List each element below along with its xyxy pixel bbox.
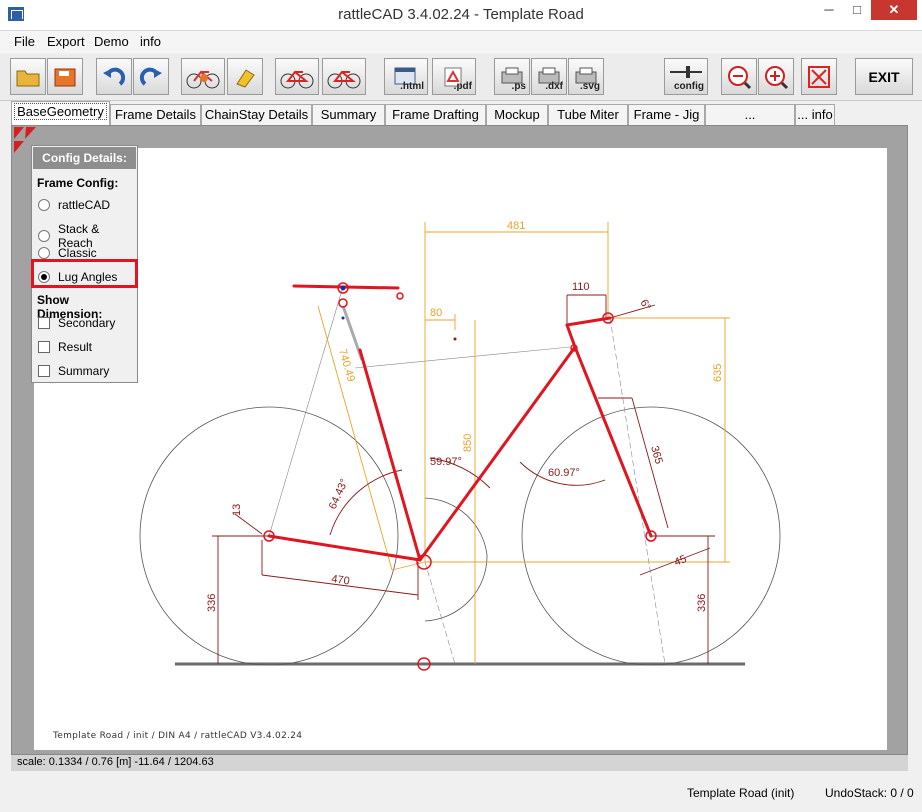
saddle-point: [340, 285, 346, 291]
sheet-footer: Template Road / init / DIN A4 / rattleCA…: [53, 731, 303, 741]
dim-seat-angle: 64.43°: [327, 477, 351, 511]
check-summary[interactable]: Summary: [38, 364, 109, 378]
radio-icon[interactable]: [38, 247, 50, 259]
dim-chainstay: 470: [331, 573, 351, 587]
config-panel-title: Config Details:: [33, 147, 136, 169]
checkbox-icon[interactable]: [38, 317, 50, 329]
radio-icon[interactable]: [38, 199, 50, 211]
frame-config-label: Frame Config:: [37, 176, 119, 190]
document-status: Template Road (init): [687, 786, 795, 800]
dim-stack: 635: [712, 364, 724, 382]
dim-stem-offset: 80: [430, 307, 442, 319]
dim-down-angle: 60.97°: [548, 467, 580, 479]
dim-head-small: 6°: [637, 298, 653, 313]
dim-fork-len: 365: [648, 445, 665, 466]
check-result[interactable]: Result: [38, 340, 92, 354]
dim-wheel-right: 336: [696, 594, 708, 612]
dim-bb-head: 850: [462, 434, 474, 452]
dimension-labels: 481 80 110 6° 635 740.49 850 59.97° 64.4…: [206, 220, 724, 612]
secondary-dimension-lines: [212, 294, 715, 664]
dim-fork-offset: 45: [673, 553, 689, 569]
check-label: Result: [58, 340, 93, 354]
bar-point: [453, 337, 457, 341]
canvas-status: scale: 0.1334 / 0.76 [m] -11.64 / 1204.6…: [11, 755, 908, 771]
selection-highlight: [31, 259, 138, 288]
option-label: rattleCAD: [58, 198, 111, 212]
dim-wheel-left: 336: [206, 594, 218, 612]
check-label: Summary: [58, 364, 110, 378]
option-label: Classic: [58, 246, 97, 260]
bike-frame: [267, 284, 653, 562]
chainring: [424, 497, 488, 622]
seat-point: [341, 316, 345, 320]
radio-icon[interactable]: [38, 230, 50, 242]
checkbox-icon[interactable]: [38, 341, 50, 353]
dim-stem-len: 110: [572, 281, 590, 293]
frame-joints: [263, 282, 657, 671]
check-secondary[interactable]: Secondary: [38, 316, 115, 330]
option-rattlecad[interactable]: rattleCAD: [38, 198, 110, 212]
construction-lines: [268, 289, 666, 665]
dim-seat-tube: 740.49: [336, 348, 357, 384]
option-classic[interactable]: Classic: [38, 246, 97, 260]
scale-readout: scale: 0.1334 / 0.76 [m] -11.64 / 1204.6…: [17, 756, 214, 768]
check-label: Secondary: [58, 316, 116, 330]
undo-status: UndoStack: 0 / 0: [825, 786, 914, 800]
dim-bb-drop: 13: [231, 504, 243, 516]
status-bar: Template Road (init) UndoStack: 0 / 0: [0, 780, 922, 812]
dim-top-width: 481: [507, 220, 525, 232]
checkbox-icon[interactable]: [38, 365, 50, 377]
dim-head-angle: 59.97°: [430, 456, 462, 468]
bike-geometry-drawing: 481 80 110 6° 635 740.49 850 59.97° 64.4…: [139, 220, 781, 671]
